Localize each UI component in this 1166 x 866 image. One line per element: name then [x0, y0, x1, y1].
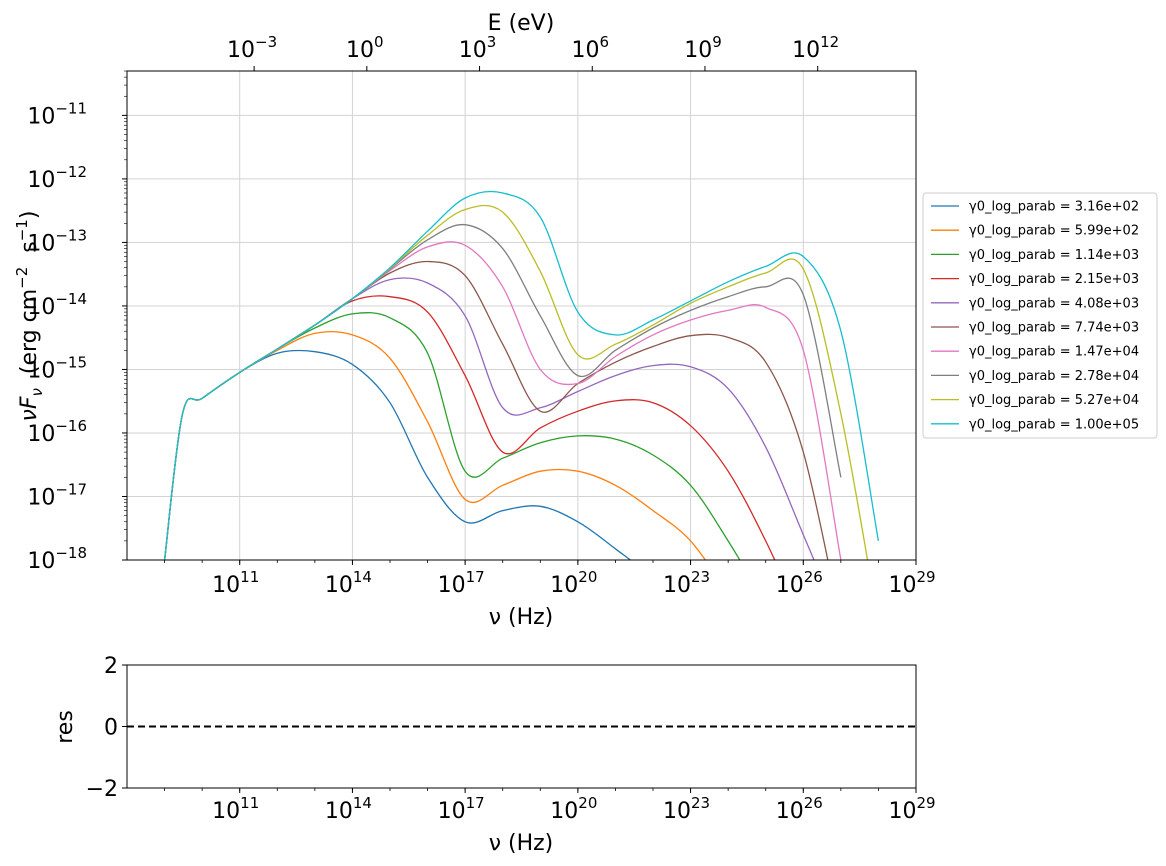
legend-label: γ0_log_parab = 2.78e+04: [969, 369, 1139, 384]
top-axis-label: E (eV): [488, 11, 555, 36]
residual-y-tick-label: 2: [104, 654, 118, 679]
residual-y-axis-label: res: [53, 710, 78, 744]
legend: γ0_log_parab = 3.16e+02 γ0_log_parab = 5.…: [922, 192, 1158, 439]
legend-label: γ0_log_parab = 5.27e+04: [969, 393, 1139, 408]
legend-label: γ0_log_parab = 2.15e+03: [969, 272, 1139, 287]
figure: 1011 1014 1017 1020 1023 1026 1029 10−1810−171…: [0, 0, 1166, 866]
legend-label: γ0_log_parab = 1.14e+03: [969, 248, 1139, 263]
legend-label: γ0_log_parab = 7.74e+03: [969, 321, 1139, 336]
legend-label: γ0_log_parab = 4.08e+03: [969, 296, 1139, 311]
residual-x-axis-label: ν (Hz): [489, 831, 554, 856]
x-axis-label: ν (Hz): [489, 605, 554, 630]
legend-label: γ0_log_parab = 1.47e+04: [969, 345, 1139, 360]
legend-label: γ0_log_parab = 3.16e+02: [969, 200, 1139, 215]
legend-label: γ0_log_parab = 1.00e+05: [969, 417, 1139, 432]
residual-y-tick-label: −2: [86, 777, 118, 802]
legend-label: γ0_log_parab = 5.99e+02: [969, 224, 1139, 239]
residual-y-tick-label: 0: [104, 716, 118, 741]
